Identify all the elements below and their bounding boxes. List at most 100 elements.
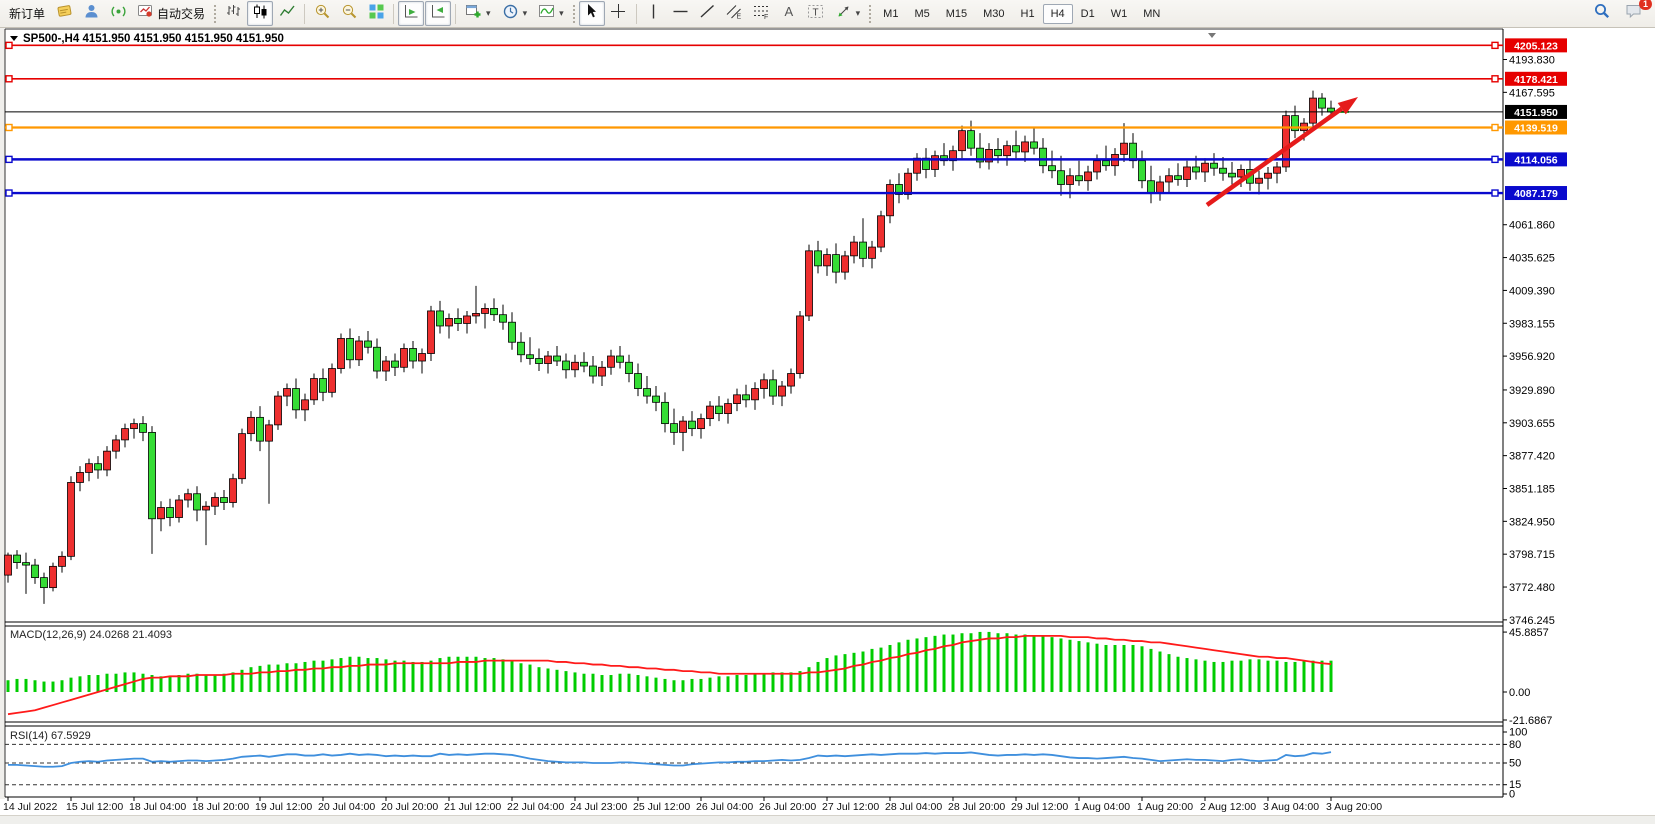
macd-panel: MACD(12,26,9) 24.0268 21.409345.88570.00… xyxy=(7,627,1553,727)
profiles-button[interactable]: ▾ xyxy=(497,1,533,26)
svg-text:28 Jul 20:00: 28 Jul 20:00 xyxy=(948,801,1005,813)
svg-text:0.00: 0.00 xyxy=(1509,687,1530,699)
new-chart-icon xyxy=(465,3,482,25)
text-button[interactable]: A xyxy=(776,1,802,26)
chart-line-button[interactable] xyxy=(274,1,300,26)
svg-text:3746.245: 3746.245 xyxy=(1509,615,1555,627)
timeframe-m5[interactable]: M5 xyxy=(906,4,937,24)
svg-text:F: F xyxy=(764,14,768,20)
text-icon: A xyxy=(780,3,797,25)
chart-shift-button[interactable] xyxy=(425,1,451,26)
level-handle[interactable] xyxy=(1492,190,1498,196)
svg-text:E: E xyxy=(737,13,742,20)
svg-text:3798.715: 3798.715 xyxy=(1509,549,1555,561)
timeframe-mn[interactable]: MN xyxy=(1135,4,1168,24)
svg-text:3956.920: 3956.920 xyxy=(1509,351,1555,363)
new-chart-button[interactable]: ▾ xyxy=(460,1,496,26)
price-axis: 4193.8304167.5954061.8604035.6254009.390… xyxy=(1503,38,1567,627)
tile-windows-button[interactable] xyxy=(363,1,389,26)
candlestick-series xyxy=(5,91,1335,604)
timeframe-m30[interactable]: M30 xyxy=(975,4,1012,24)
chart-shift-marker[interactable] xyxy=(1208,33,1216,38)
level-handle[interactable] xyxy=(6,124,12,130)
chart-shift-icon xyxy=(430,3,447,25)
chart-candles-icon xyxy=(252,3,269,25)
svg-text:27 Jul 12:00: 27 Jul 12:00 xyxy=(822,801,879,813)
timeframe-m15[interactable]: M15 xyxy=(938,4,975,24)
chevron-down-icon: ▾ xyxy=(523,8,528,19)
chart-bars-button[interactable] xyxy=(220,1,246,26)
svg-text:4178.421: 4178.421 xyxy=(1514,74,1558,86)
timeframe-d1[interactable]: D1 xyxy=(1073,4,1103,24)
timeframe-h4[interactable]: H4 xyxy=(1043,4,1073,24)
crosshair-button[interactable] xyxy=(606,1,632,26)
chart-expand-icon[interactable] xyxy=(10,36,18,41)
svg-text:26 Jul 04:00: 26 Jul 04:00 xyxy=(696,801,753,813)
svg-text:14 Jul 2022: 14 Jul 2022 xyxy=(3,801,57,813)
horizontal-line-icon xyxy=(672,3,689,25)
svg-text:1 Aug 04:00: 1 Aug 04:00 xyxy=(1074,801,1130,813)
vertical-line-button[interactable] xyxy=(641,1,667,26)
chart-title: SP500-,H4 4151.950 4151.950 4151.950 415… xyxy=(23,33,284,45)
toolbar-separator xyxy=(304,4,305,24)
auto-trading-button[interactable]: 自动交易 xyxy=(132,1,210,26)
chart-title-group: SP500-,H4 4151.950 4151.950 4151.950 415… xyxy=(10,33,284,45)
search-icon xyxy=(1593,2,1611,25)
svg-text:28 Jul 04:00: 28 Jul 04:00 xyxy=(885,801,942,813)
timeframe-h1[interactable]: H1 xyxy=(1013,4,1043,24)
svg-text:0: 0 xyxy=(1509,789,1515,801)
trend-arrow-annotation[interactable] xyxy=(1207,97,1358,205)
trendline-button[interactable] xyxy=(695,1,721,26)
svg-text:3877.420: 3877.420 xyxy=(1509,451,1555,463)
svg-text:3903.655: 3903.655 xyxy=(1509,418,1555,430)
auto-scroll-button[interactable] xyxy=(398,1,424,26)
chevron-down-icon: ▾ xyxy=(856,8,861,19)
indicators-button[interactable]: ▾ xyxy=(533,1,569,26)
level-handle[interactable] xyxy=(6,42,12,48)
svg-text:3851.185: 3851.185 xyxy=(1509,483,1555,495)
crosshair-icon xyxy=(610,3,627,25)
svg-text:20 Jul 04:00: 20 Jul 04:00 xyxy=(318,801,375,813)
order-ticket-icon-button[interactable] xyxy=(51,1,77,26)
svg-text:3772.480: 3772.480 xyxy=(1509,582,1555,594)
shapes-button[interactable]: ▾ xyxy=(830,1,866,26)
chart-candles-button[interactable] xyxy=(247,1,273,26)
level-handle[interactable] xyxy=(6,76,12,82)
indicators-icon xyxy=(538,3,555,25)
profile-icon-button[interactable] xyxy=(78,1,104,26)
svg-text:T: T xyxy=(813,7,819,18)
level-handle[interactable] xyxy=(6,190,12,196)
profile-icon xyxy=(83,3,100,25)
horizontal-line-button[interactable] xyxy=(668,1,694,26)
channel-button[interactable]: E xyxy=(722,1,748,26)
level-handle[interactable] xyxy=(1492,124,1498,130)
search-button[interactable] xyxy=(1589,1,1615,26)
svg-text:18 Jul 04:00: 18 Jul 04:00 xyxy=(129,801,186,813)
level-handle[interactable] xyxy=(1492,156,1498,162)
toolbar-grip[interactable] xyxy=(572,4,576,24)
fibonacci-button[interactable]: F xyxy=(749,1,775,26)
new-order-button[interactable]: 新订单 xyxy=(4,1,50,26)
chart-line-icon xyxy=(279,3,296,25)
zoom-out-button[interactable] xyxy=(336,1,362,26)
price-chart-svg[interactable]: SP500-,H4 4151.950 4151.950 4151.950 415… xyxy=(0,28,1655,824)
level-handle[interactable] xyxy=(1492,42,1498,48)
svg-text:3929.890: 3929.890 xyxy=(1509,385,1555,397)
text-label-button[interactable]: T xyxy=(803,1,829,26)
cursor-button[interactable] xyxy=(579,1,605,26)
time-axis: 14 Jul 202215 Jul 12:0018 Jul 04:0018 Ju… xyxy=(3,797,1382,813)
svg-text:3824.950: 3824.950 xyxy=(1509,516,1555,528)
zoom-in-button[interactable] xyxy=(309,1,335,26)
level-handle[interactable] xyxy=(6,156,12,162)
toolbar-grip[interactable] xyxy=(868,4,872,24)
chevron-down-icon: ▾ xyxy=(486,8,491,19)
auto-trading-label: 自动交易 xyxy=(157,5,205,22)
level-handle[interactable] xyxy=(1492,76,1498,82)
toolbar-grip[interactable] xyxy=(213,4,217,24)
svg-text:A: A xyxy=(785,4,794,19)
signal-icon-button[interactable] xyxy=(105,1,131,26)
timeframe-m1[interactable]: M1 xyxy=(875,4,906,24)
community-button[interactable]: 1 xyxy=(1621,1,1647,26)
timeframe-w1[interactable]: W1 xyxy=(1103,4,1136,24)
chart-window[interactable]: SP500-,H4 4151.950 4151.950 4151.950 415… xyxy=(0,28,1655,824)
